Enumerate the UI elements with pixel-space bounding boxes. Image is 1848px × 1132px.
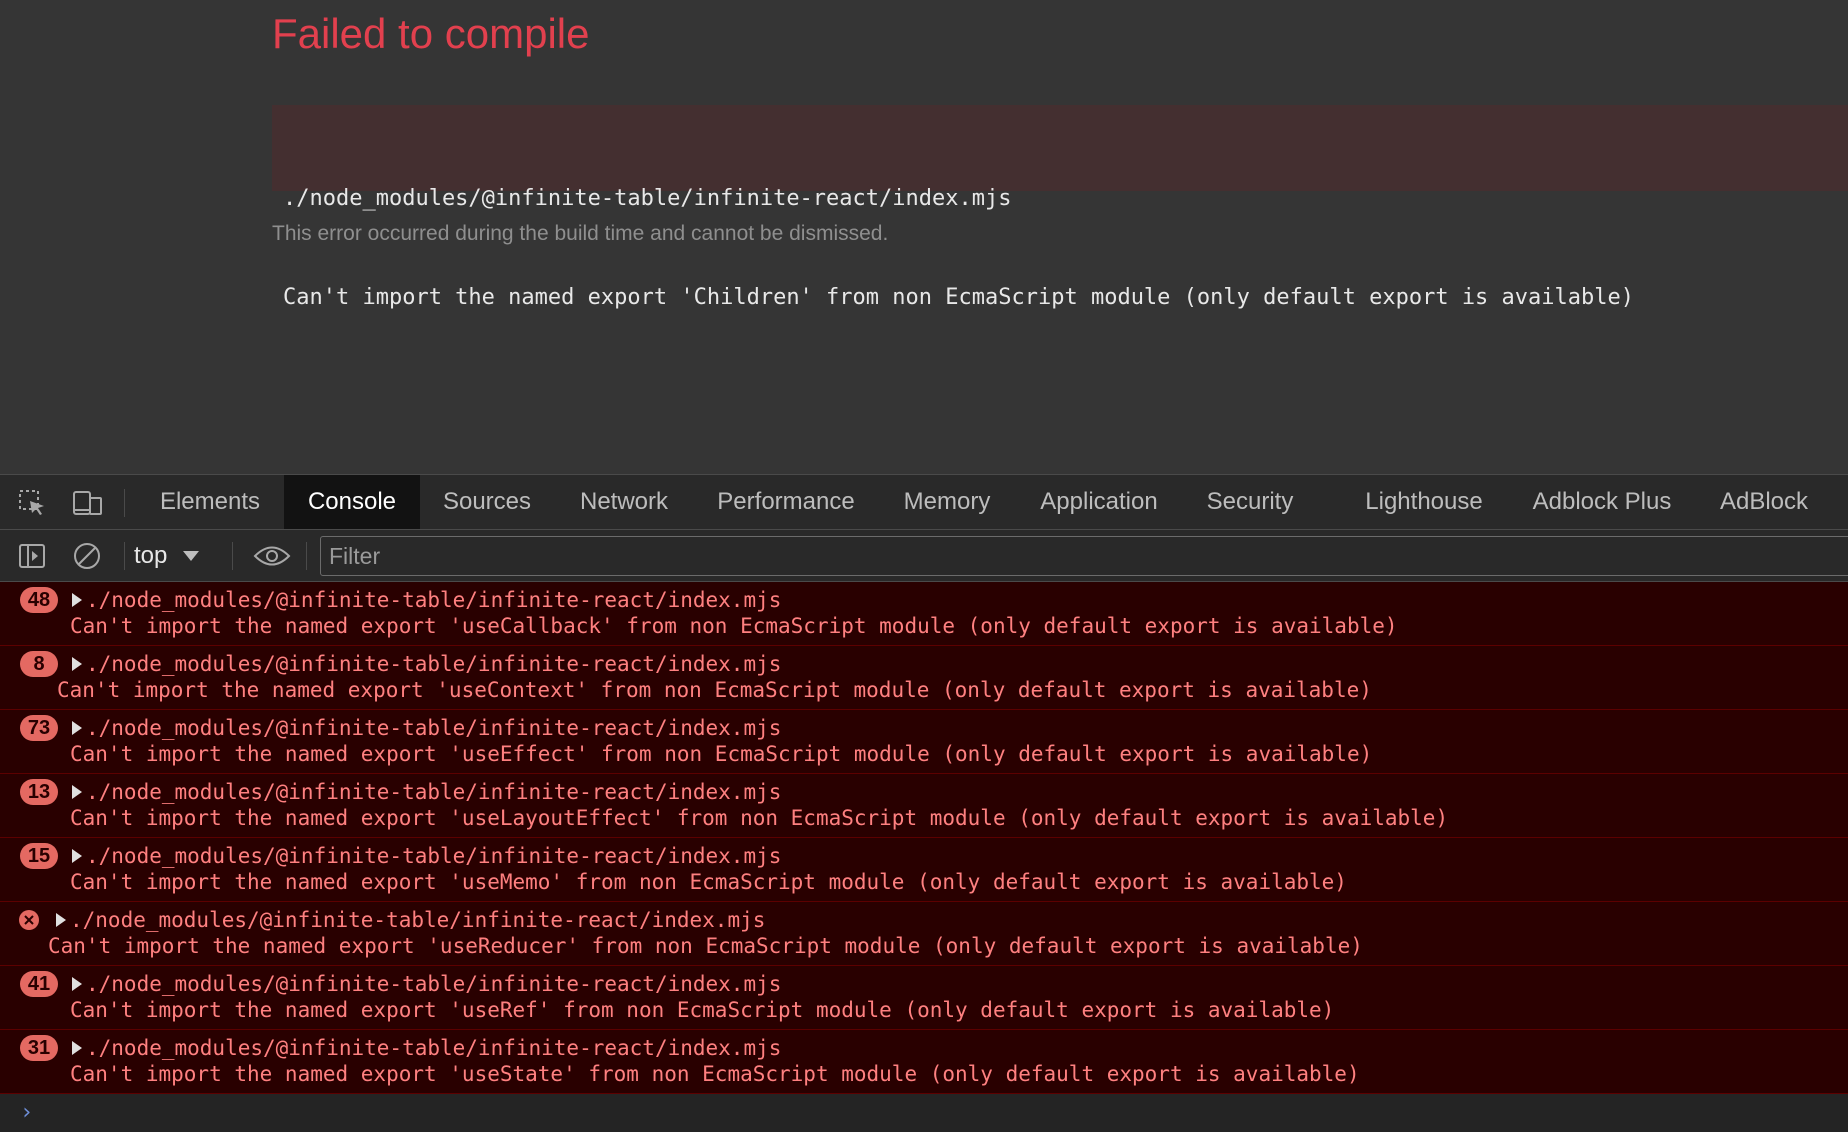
message-source-path: ./node_modules/@infinite-table/infinite-…: [86, 780, 782, 804]
message-text: Can't import the named export 'useMemo' …: [70, 870, 1347, 894]
repeat-count-badge: 13: [20, 779, 58, 805]
message-header[interactable]: 13 ./node_modules/@infinite-table/infini…: [20, 778, 781, 806]
context-select[interactable]: top: [134, 538, 200, 574]
console-prompt[interactable]: ›: [0, 1094, 1848, 1132]
expand-triangle-icon: [72, 721, 82, 735]
sidebar-toggle-icon[interactable]: [15, 539, 49, 573]
console-filter-input[interactable]: [320, 536, 1848, 576]
console-error-message[interactable]: ./node_modules/@infinite-table/infinite-…: [0, 902, 1848, 966]
message-source-path: ./node_modules/@infinite-table/infinite-…: [86, 844, 782, 868]
tab-adblock[interactable]: AdBlock: [1708, 475, 1820, 529]
tab-memory[interactable]: Memory: [890, 475, 1004, 529]
error-module-path: ./node_modules/@infinite-table/infinite-…: [283, 186, 1012, 211]
chevron-down-icon: [183, 551, 200, 561]
console-error-message[interactable]: 13 ./node_modules/@infinite-table/infini…: [0, 774, 1848, 838]
message-source-path: ./node_modules/@infinite-table/infinite-…: [70, 908, 766, 932]
error-circle-icon: [16, 907, 42, 933]
message-text: Can't import the named export 'useEffect…: [70, 742, 1373, 766]
overlay-title: Failed to compile: [272, 10, 590, 57]
console-toolbar: top: [0, 530, 1848, 582]
console-error-message[interactable]: 41 ./node_modules/@infinite-table/infini…: [0, 966, 1848, 1030]
tab-elements[interactable]: Elements: [142, 475, 278, 529]
repeat-count-badge: 73: [20, 715, 58, 741]
console-messages: 48 ./node_modules/@infinite-table/infini…: [0, 582, 1848, 1094]
message-text: Can't import the named export 'useContex…: [57, 678, 1372, 702]
live-expression-eye-icon[interactable]: [252, 539, 292, 573]
message-header[interactable]: 73 ./node_modules/@infinite-table/infini…: [20, 714, 781, 742]
tab-performance[interactable]: Performance: [704, 475, 868, 529]
tab-console[interactable]: Console: [284, 475, 420, 529]
message-source-path: ./node_modules/@infinite-table/infinite-…: [86, 1036, 782, 1060]
context-select-value: top: [134, 542, 168, 569]
toolbar-separator: [124, 542, 125, 570]
tabbar-separator: [124, 489, 125, 517]
prompt-chevron-icon: ›: [20, 1100, 34, 1125]
message-source-path: ./node_modules/@infinite-table/infinite-…: [86, 588, 782, 612]
tab-lighthouse[interactable]: Lighthouse: [1356, 475, 1492, 529]
repeat-count-badge: 31: [20, 1035, 58, 1061]
toolbar-separator: [306, 542, 307, 570]
message-header[interactable]: 15 ./node_modules/@infinite-table/infini…: [20, 842, 781, 870]
tab-sources[interactable]: Sources: [426, 475, 548, 529]
message-text: Can't import the named export 'useRef' f…: [70, 998, 1335, 1022]
devtools-tabbar: Elements Console Sources Network Perform…: [0, 474, 1848, 530]
error-overlay: Failed to compile ./node_modules/@infini…: [0, 0, 1848, 474]
message-source-path: ./node_modules/@infinite-table/infinite-…: [86, 652, 782, 676]
build-error-note: This error occurred during the build tim…: [272, 222, 889, 245]
console-error-message[interactable]: 73 ./node_modules/@infinite-table/infini…: [0, 710, 1848, 774]
expand-triangle-icon: [72, 785, 82, 799]
message-header[interactable]: 8 ./node_modules/@infinite-table/infinit…: [20, 650, 781, 678]
expand-triangle-icon: [72, 657, 82, 671]
expand-triangle-icon: [72, 977, 82, 991]
expand-triangle-icon: [72, 593, 82, 607]
tab-application[interactable]: Application: [1028, 475, 1170, 529]
message-text: Can't import the named export 'useReduce…: [48, 934, 1363, 958]
toolbar-separator: [232, 542, 233, 570]
message-text: Can't import the named export 'useState'…: [70, 1062, 1360, 1086]
repeat-count-badge: 15: [20, 843, 58, 869]
error-message: Can't import the named export 'Children'…: [283, 285, 1635, 310]
console-error-message[interactable]: 48 ./node_modules/@infinite-table/infini…: [0, 582, 1848, 646]
expand-triangle-icon: [72, 1041, 82, 1055]
message-source-path: ./node_modules/@infinite-table/infinite-…: [86, 972, 782, 996]
repeat-count-badge: 8: [20, 651, 58, 677]
error-code-block: ./node_modules/@infinite-table/infinite-…: [272, 105, 1848, 310]
repeat-count-badge: 48: [20, 587, 58, 613]
tab-security[interactable]: Security: [1194, 475, 1306, 529]
device-toolbar-icon[interactable]: [70, 486, 104, 520]
inspect-element-icon[interactable]: [15, 486, 49, 520]
message-header[interactable]: 41 ./node_modules/@infinite-table/infini…: [20, 970, 781, 998]
clear-console-icon[interactable]: [70, 539, 104, 573]
message-header[interactable]: 31 ./node_modules/@infinite-table/infini…: [20, 1034, 781, 1062]
expand-triangle-icon: [72, 849, 82, 863]
expand-triangle-icon: [56, 913, 66, 927]
console-error-message[interactable]: 31 ./node_modules/@infinite-table/infini…: [0, 1030, 1848, 1094]
console-error-message[interactable]: 8 ./node_modules/@infinite-table/infinit…: [0, 646, 1848, 710]
message-text: Can't import the named export 'useLayout…: [70, 806, 1449, 830]
message-text: Can't import the named export 'useCallba…: [70, 614, 1398, 638]
message-source-path: ./node_modules/@infinite-table/infinite-…: [86, 716, 782, 740]
tab-network[interactable]: Network: [566, 475, 682, 529]
repeat-count-badge: 41: [20, 971, 58, 997]
console-error-message[interactable]: 15 ./node_modules/@infinite-table/infini…: [0, 838, 1848, 902]
message-header[interactable]: ./node_modules/@infinite-table/infinite-…: [16, 906, 765, 934]
message-header[interactable]: 48 ./node_modules/@infinite-table/infini…: [20, 586, 781, 614]
tab-adblock-plus[interactable]: Adblock Plus: [1520, 475, 1684, 529]
